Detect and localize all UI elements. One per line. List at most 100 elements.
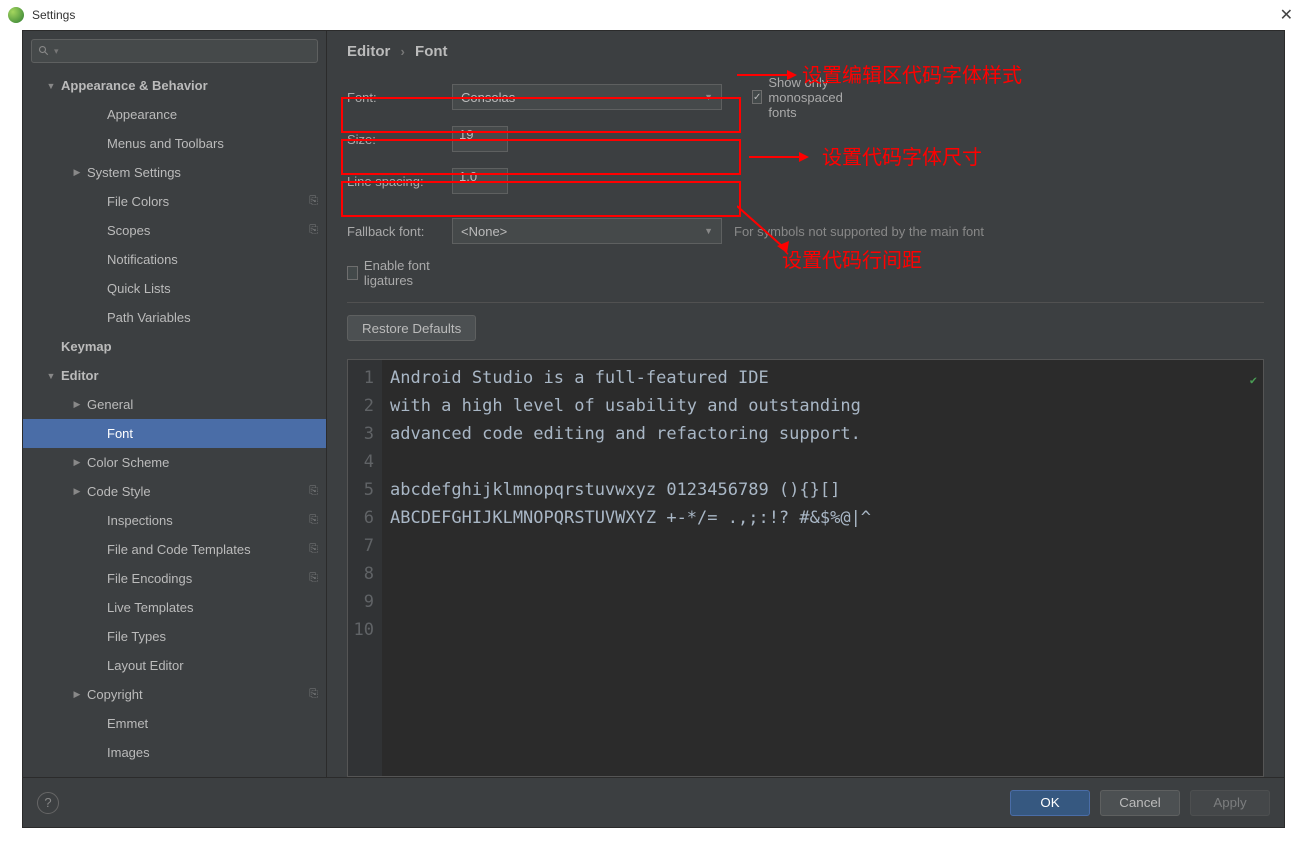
scope-icon: ⎘: [309, 543, 318, 556]
fallback-value: <None>: [461, 224, 507, 239]
sidebar-item-file-and-code-templates[interactable]: File and Code Templates ⎘: [23, 535, 326, 564]
fallback-row: Fallback font: <None> ▼ For symbols not …: [347, 210, 1264, 252]
sidebar-item-label: Emmet: [107, 716, 148, 731]
scope-icon: ⎘: [309, 514, 318, 527]
font-dropdown[interactable]: Consolas ▼: [452, 84, 722, 110]
fallback-hint: For symbols not supported by the main fo…: [734, 224, 984, 239]
sidebar-item-label: Images: [107, 745, 150, 760]
sidebar-item-label: Path Variables: [107, 310, 191, 325]
sidebar-item-general[interactable]: ▶ General: [23, 390, 326, 419]
main-area: ▾ ▼ Appearance & Behavior Appearance Menus …: [23, 31, 1284, 777]
sidebar-item-copyright[interactable]: ▶ Copyright ⎘: [23, 680, 326, 709]
restore-defaults-button[interactable]: Restore Defaults: [347, 315, 476, 341]
sidebar-item-label: Font: [107, 426, 133, 441]
ligatures-row: Enable font ligatures: [347, 252, 1264, 294]
sidebar-item-label: Quick Lists: [107, 281, 171, 296]
sidebar-item-font[interactable]: Font: [23, 419, 326, 448]
chevron-right-icon: ▶: [71, 689, 83, 700]
sidebar-item-label: Layout Editor: [107, 658, 184, 673]
search-input[interactable]: ▾: [31, 39, 318, 63]
sidebar-item-path-variables[interactable]: Path Variables: [23, 303, 326, 332]
ligatures-label: Enable font ligatures: [364, 258, 452, 288]
font-preview-editor: 12345678910 Android Studio is a full-fea…: [347, 359, 1264, 777]
chevron-right-icon: ▶: [71, 167, 83, 178]
content-panel: Editor › Font Font: Consolas ▼ ✓ Show on…: [327, 31, 1284, 777]
scope-icon: ⎘: [309, 224, 318, 237]
sidebar-item-label: Copyright: [87, 687, 143, 702]
editor-gutter: 12345678910: [348, 360, 382, 776]
sidebar-item-label: System Settings: [87, 165, 181, 180]
sidebar-item-label: File Types: [107, 629, 166, 644]
sidebar-item-color-scheme[interactable]: ▶ Color Scheme: [23, 448, 326, 477]
close-icon[interactable]: ✕: [1274, 5, 1299, 25]
size-row: Size: 19: [347, 118, 1264, 160]
scope-icon: ⎘: [309, 688, 318, 701]
sidebar-item-file-types[interactable]: File Types: [23, 622, 326, 651]
app-logo-icon: [8, 7, 24, 23]
sidebar-item-label: Menus and Toolbars: [107, 136, 224, 151]
search-icon: [38, 45, 50, 57]
sidebar-item-label: File Encodings: [107, 571, 192, 586]
sidebar-item-live-templates[interactable]: Live Templates: [23, 593, 326, 622]
scope-icon: ⎘: [309, 195, 318, 208]
spacing-row: Line spacing: 1.0: [347, 160, 1264, 202]
breadcrumb: Editor › Font: [327, 31, 1284, 68]
sidebar-item-code-style[interactable]: ▶Code Style⎘: [23, 477, 326, 506]
sidebar-item-appearance-behavior[interactable]: ▼ Appearance & Behavior: [23, 71, 326, 100]
sidebar-item-emmet[interactable]: Emmet: [23, 709, 326, 738]
size-input[interactable]: 19: [452, 126, 508, 152]
chevron-right-icon: ▶: [71, 486, 83, 497]
sidebar-item-system-settings[interactable]: ▶ System Settings: [23, 158, 326, 187]
sidebar-item-quick-lists[interactable]: Quick Lists: [23, 274, 326, 303]
editor-code[interactable]: Android Studio is a full-featured IDEwit…: [382, 360, 1263, 776]
sidebar-item-label: Code Style: [87, 484, 151, 499]
sidebar-item-label: Keymap: [61, 339, 112, 354]
sidebar-item-label: Color Scheme: [87, 455, 169, 470]
sidebar-item-menus-and-toolbars[interactable]: Menus and Toolbars: [23, 129, 326, 158]
fallback-label: Fallback font:: [347, 224, 452, 239]
spacing-input[interactable]: 1.0: [452, 168, 508, 194]
settings-window: ▾ ▼ Appearance & Behavior Appearance Menus …: [22, 30, 1285, 828]
sidebar-item-label: Live Templates: [107, 600, 193, 615]
size-label: Size:: [347, 132, 452, 147]
sidebar-item-notifications[interactable]: Notifications: [23, 245, 326, 274]
show-monospaced-checkbox[interactable]: ✓ Show only monospaced fonts: [752, 75, 857, 120]
chevron-down-icon: ▼: [45, 371, 57, 381]
settings-tree: ▼ Appearance & Behavior Appearance Menus an…: [23, 71, 326, 777]
sidebar-item-appearance[interactable]: Appearance: [23, 100, 326, 129]
breadcrumb-leaf: Font: [415, 43, 447, 60]
apply-button[interactable]: Apply: [1190, 790, 1270, 816]
sidebar-item-layout-editor[interactable]: Layout Editor: [23, 651, 326, 680]
sidebar-item-label: Scopes: [107, 223, 150, 238]
ok-button[interactable]: OK: [1010, 790, 1090, 816]
checkbox-icon: [347, 266, 358, 280]
chevron-down-icon: ▼: [45, 81, 57, 91]
sidebar-item-file-encodings[interactable]: File Encodings ⎘: [23, 564, 326, 593]
footer: ? OK Cancel Apply: [23, 777, 1284, 827]
scope-icon: ⎘: [309, 572, 318, 585]
sidebar-item-keymap[interactable]: Keymap: [23, 332, 326, 361]
sidebar-item-inspections[interactable]: Inspections ⎘: [23, 506, 326, 535]
font-label: Font:: [347, 90, 452, 105]
sidebar-item-scopes[interactable]: Scopes ⎘: [23, 216, 326, 245]
cancel-button[interactable]: Cancel: [1100, 790, 1180, 816]
check-icon: ✔: [1250, 366, 1257, 394]
sidebar-item-label: File Colors: [107, 194, 169, 209]
chevron-right-icon: ▶: [71, 457, 83, 468]
help-button[interactable]: ?: [37, 792, 59, 814]
show-monospaced-label: Show only monospaced fonts: [768, 75, 857, 120]
ligatures-checkbox[interactable]: Enable font ligatures: [347, 258, 452, 288]
sidebar-item-images[interactable]: Images: [23, 738, 326, 767]
sidebar-item-editor[interactable]: ▼Editor: [23, 361, 326, 390]
checkbox-icon: ✓: [752, 90, 762, 104]
fallback-dropdown[interactable]: <None> ▼: [452, 218, 722, 244]
sidebar-item-file-colors[interactable]: File Colors ⎘: [23, 187, 326, 216]
sidebar-item-label: Appearance & Behavior: [61, 78, 208, 93]
chevron-right-icon: ▶: [71, 399, 83, 410]
font-form: Font: Consolas ▼ ✓ Show only monospaced …: [327, 68, 1284, 349]
sidebar-item-label: General: [87, 397, 133, 412]
spacing-label: Line spacing:: [347, 174, 452, 189]
sidebar: ▾ ▼ Appearance & Behavior Appearance Menus …: [23, 31, 327, 777]
sidebar-item-label: Inspections: [107, 513, 173, 528]
sidebar-item-label: File and Code Templates: [107, 542, 251, 557]
